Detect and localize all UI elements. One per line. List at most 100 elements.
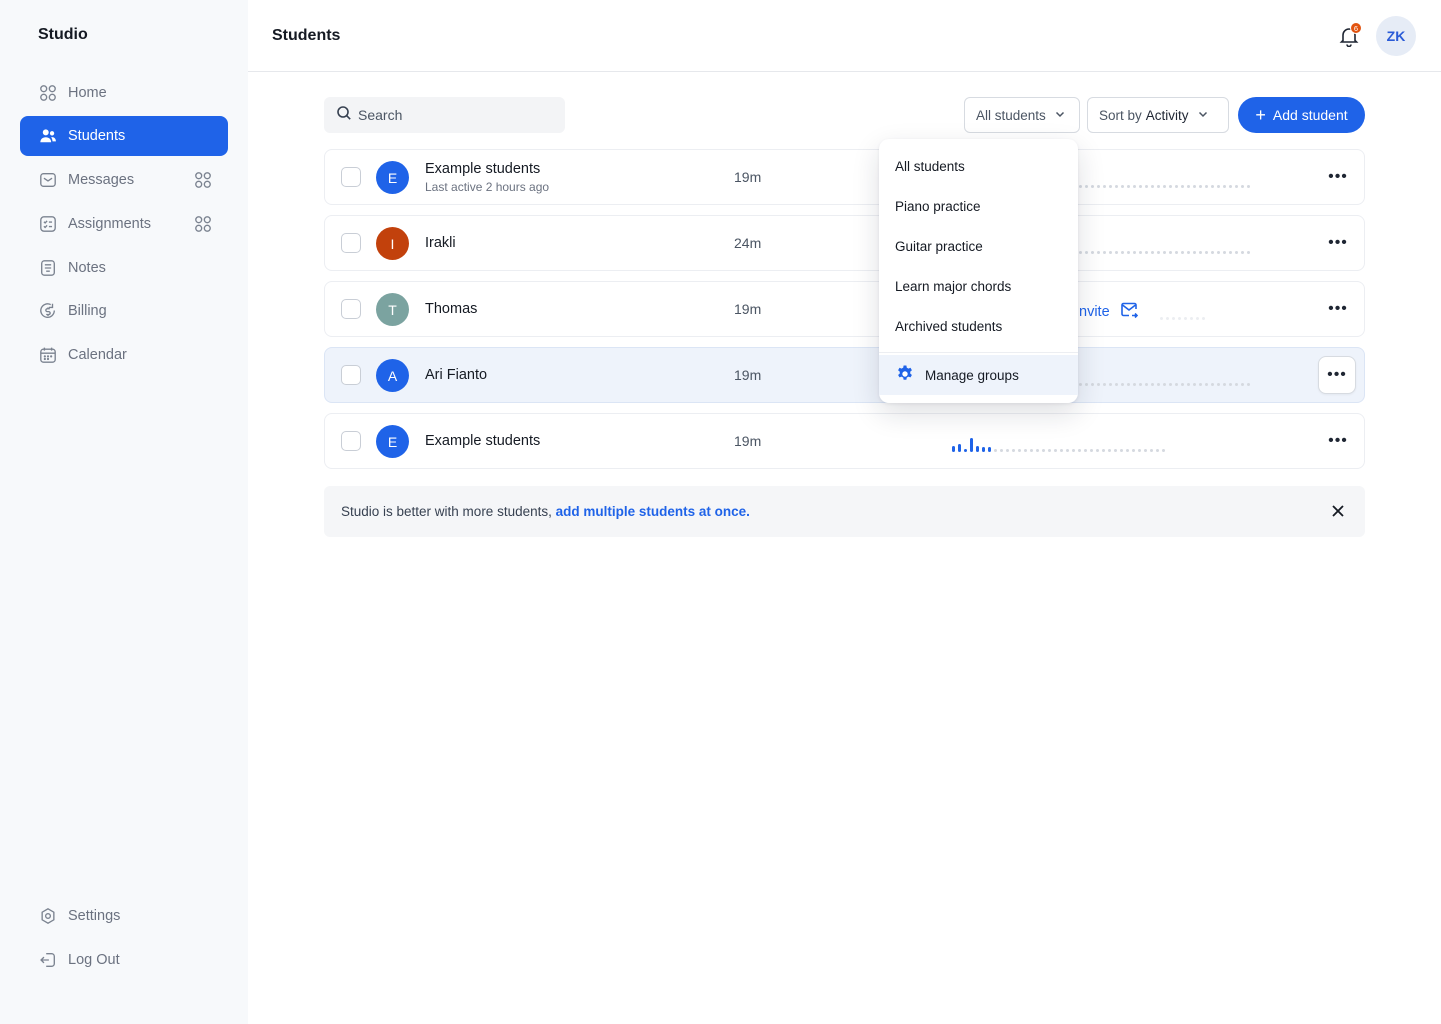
activity-dot	[1175, 251, 1178, 254]
activity-dot	[1133, 383, 1136, 386]
activity-dot	[1205, 383, 1208, 386]
row-checkbox[interactable]	[341, 167, 361, 187]
sidebar-item-home[interactable]: Home	[20, 73, 228, 113]
activity-dot	[1169, 251, 1172, 254]
activity-dot	[1187, 383, 1190, 386]
app-name: Studio	[38, 26, 88, 43]
activity-dot	[1072, 449, 1075, 452]
logout-icon	[38, 950, 58, 970]
activity-dot	[1054, 449, 1057, 452]
activity-dot	[1060, 449, 1063, 452]
activity-sparkline	[1079, 174, 1250, 188]
mail-send-icon	[1110, 301, 1138, 323]
activity-dot	[1145, 185, 1148, 188]
menu-item-archived-students[interactable]: Archived students	[879, 306, 1078, 346]
activity-dot	[1115, 185, 1118, 188]
sidebar: Studio Home Students Messages Assignment…	[0, 0, 248, 1024]
sidebar-item-billing[interactable]: Billing	[20, 291, 228, 331]
menu-item-all-students[interactable]: All students	[879, 146, 1078, 186]
activity-dot	[1235, 383, 1238, 386]
row-checkbox[interactable]	[341, 431, 361, 451]
student-row[interactable]: I Irakli 24m •••	[324, 215, 1365, 271]
student-avatar: A	[376, 359, 409, 392]
sidebar-item-assignments[interactable]: Assignments	[20, 204, 228, 244]
menu-item-guitar-practice[interactable]: Guitar practice	[879, 226, 1078, 266]
menu-item-piano-practice[interactable]: Piano practice	[879, 186, 1078, 226]
sidebar-item-label: Assignments	[68, 216, 152, 232]
more-options-button[interactable]: •••	[1319, 162, 1357, 192]
row-checkbox[interactable]	[341, 233, 361, 253]
activity-dot	[1187, 251, 1190, 254]
calendar-icon	[38, 345, 58, 365]
activity-dot	[958, 444, 961, 452]
activity-dot	[1126, 449, 1129, 452]
sidebar-item-label: Home	[68, 85, 107, 101]
activity-dot	[1172, 317, 1175, 320]
row-checkbox[interactable]	[341, 299, 361, 319]
search-input[interactable]	[358, 107, 548, 123]
activity-dot	[1205, 251, 1208, 254]
close-icon[interactable]	[1328, 501, 1348, 521]
activity-dot	[1018, 449, 1021, 452]
practice-duration: 19m	[734, 169, 762, 185]
search-box[interactable]	[324, 97, 565, 133]
activity-dot	[976, 446, 979, 452]
group-filter-select[interactable]: All students	[964, 97, 1080, 133]
row-checkbox[interactable]	[341, 365, 361, 385]
menu-item-learn-major-chords[interactable]: Learn major chords	[879, 266, 1078, 306]
add-student-button[interactable]: + Add student	[1238, 97, 1365, 133]
more-options-button[interactable]: •••	[1319, 426, 1357, 456]
activity-dot	[1006, 449, 1009, 452]
sidebar-item-students[interactable]: Students	[20, 116, 228, 156]
sidebar-item-logout[interactable]: Log Out	[20, 940, 228, 980]
activity-dot	[1091, 383, 1094, 386]
invite-link[interactable]: nvite	[1079, 301, 1138, 323]
header: Students 6 ZK	[248, 0, 1441, 72]
activity-dot	[1156, 449, 1159, 452]
sidebar-item-calendar[interactable]: Calendar	[20, 335, 228, 375]
sort-select[interactable]: Sort by Activity	[1087, 97, 1229, 133]
user-avatar[interactable]: ZK	[1376, 16, 1416, 56]
activity-dot	[1091, 185, 1094, 188]
student-name: Irakli	[425, 235, 456, 251]
note-icon	[38, 258, 58, 278]
activity-dot	[1163, 383, 1166, 386]
activity-sparkline	[952, 438, 1165, 452]
activity-dot	[1211, 251, 1214, 254]
student-name: Example students	[425, 161, 541, 177]
activity-dot	[1193, 185, 1196, 188]
activity-dot	[1036, 449, 1039, 452]
menu-item-manage-groups[interactable]: Manage groups	[879, 355, 1078, 395]
student-avatar: E	[376, 161, 409, 194]
more-options-button[interactable]: •••	[1318, 356, 1356, 394]
activity-dot	[1109, 251, 1112, 254]
student-row[interactable]: T Thomas 19m nvite •••	[324, 281, 1365, 337]
gear-icon	[895, 364, 925, 387]
student-row[interactable]: E Example students 19m •••	[324, 413, 1365, 469]
activity-dot	[1102, 449, 1105, 452]
student-name: Ari Fianto	[425, 367, 488, 383]
activity-dot	[1241, 383, 1244, 386]
more-options-button[interactable]: •••	[1319, 228, 1357, 258]
invite-label: nvite	[1079, 304, 1110, 320]
more-options-button[interactable]: •••	[1319, 294, 1357, 324]
activity-dot	[1079, 185, 1082, 188]
activity-dot	[1217, 251, 1220, 254]
activity-dot	[1217, 383, 1220, 386]
sidebar-item-messages[interactable]: Messages	[20, 160, 228, 200]
activity-dot	[1121, 251, 1124, 254]
activity-dot	[1223, 383, 1226, 386]
student-row[interactable]: A Ari Fianto 19m •••	[324, 347, 1365, 403]
sidebar-item-label: Notes	[68, 260, 106, 276]
activity-dot	[1181, 383, 1184, 386]
bulk-add-link[interactable]: add multiple students at once.	[556, 504, 750, 519]
activity-dot	[988, 447, 991, 452]
sidebar-item-settings[interactable]: Settings	[20, 896, 228, 936]
activity-dot	[1103, 251, 1106, 254]
activity-dot	[1121, 185, 1124, 188]
student-row[interactable]: E Example students Last active 2 hours a…	[324, 149, 1365, 205]
sidebar-item-notes[interactable]: Notes	[20, 248, 228, 288]
activity-dot	[1127, 383, 1130, 386]
activity-dot	[1247, 383, 1250, 386]
activity-dot	[1247, 185, 1250, 188]
